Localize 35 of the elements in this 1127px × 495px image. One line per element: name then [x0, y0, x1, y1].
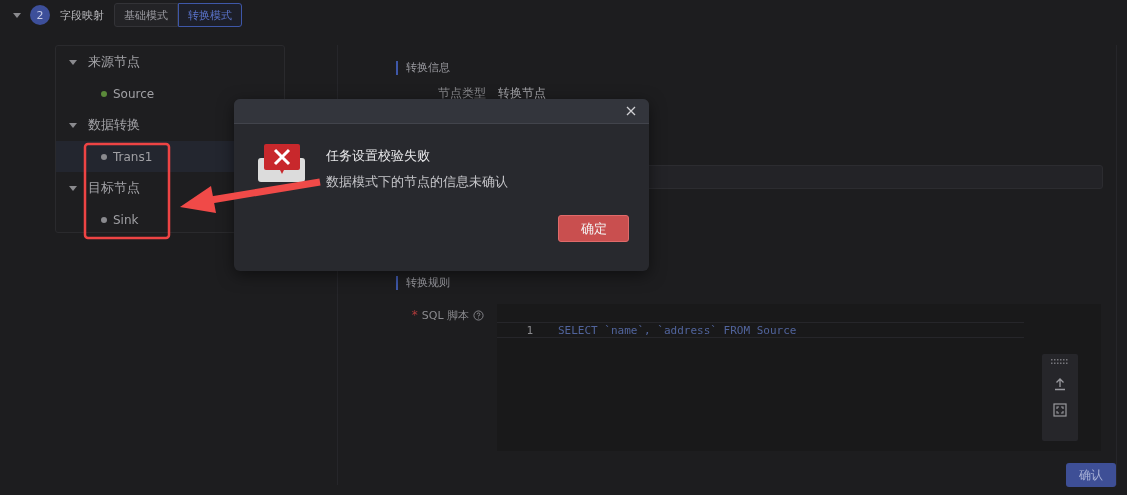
dialog-title: 任务设置校验失败 [326, 147, 431, 165]
mode-tab[interactable]: 基础模式 [114, 3, 178, 27]
tree-node-row[interactable]: Source [56, 78, 284, 109]
fullscreen-icon[interactable] [1053, 403, 1067, 417]
required-mark: * [411, 308, 418, 322]
caret-icon[interactable] [68, 57, 78, 67]
tree-group-label[interactable]: 来源节点 [88, 53, 140, 71]
tree-group-label[interactable]: 数据转换 [88, 116, 140, 134]
confirm-button[interactable]: 确认 [1066, 463, 1116, 487]
caret-icon[interactable] [12, 10, 22, 20]
node-label: Sink [113, 212, 139, 227]
field-label: SQL 脚本 [421, 307, 469, 323]
dialog-message: 数据模式下的节点的信息未确认 [326, 173, 508, 191]
close-icon[interactable] [625, 105, 637, 117]
caret-icon[interactable] [68, 183, 78, 193]
help-icon[interactable] [473, 309, 484, 321]
code-editor[interactable]: 1 SELECT `name`, `address` FROM Source [497, 304, 1101, 451]
step-number: 2 [30, 5, 50, 25]
section-title: 转换规则 [396, 276, 1116, 290]
upload-icon[interactable] [1053, 377, 1067, 391]
line-number: 1 [525, 323, 533, 337]
mode-tab[interactable]: 转换模式 [178, 3, 242, 27]
step-title: 字段映射 [60, 7, 104, 23]
section-title: 转换信息 [396, 61, 1116, 75]
caret-icon[interactable] [68, 120, 78, 130]
ok-button[interactable]: 确定 [558, 215, 629, 242]
code-line: SELECT `name`, `address` FROM Source [558, 323, 797, 337]
tree-node-row[interactable]: Sink [56, 204, 284, 235]
tree-group-label[interactable]: 目标节点 [88, 179, 140, 197]
node-label: Trans1 [113, 149, 153, 164]
node-label: Source [113, 86, 155, 101]
field-value: 转换节点 [498, 85, 546, 102]
error-mail-icon [258, 144, 306, 184]
drag-handle-icon[interactable] [1051, 359, 1069, 365]
field-label: 节点类型 [437, 85, 486, 102]
